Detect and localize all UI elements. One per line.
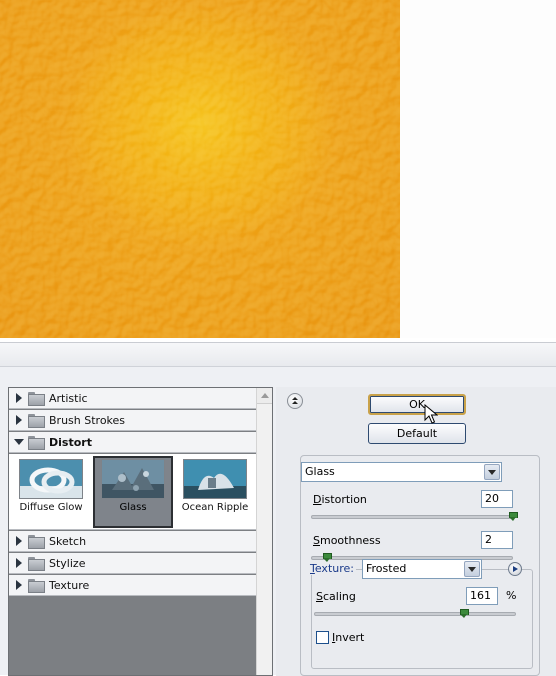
folder-icon <box>28 414 45 428</box>
folder-icon <box>28 535 45 549</box>
glass-texture-overlay <box>0 0 400 338</box>
mouse-cursor-icon <box>424 404 438 424</box>
expand-triangle-icon[interactable] <box>13 535 25 547</box>
filter-thumb-diffuse-glow[interactable]: Diffuse Glow <box>11 456 91 528</box>
smoothness-label: Smoothness <box>313 534 381 547</box>
texture-select[interactable]: Frosted <box>362 559 482 579</box>
scaling-label: Scaling <box>316 590 356 603</box>
thumb-label: Glass <box>119 502 147 513</box>
category-brush-strokes[interactable]: Brush Strokes <box>9 410 257 431</box>
category-label: Texture <box>49 578 90 592</box>
filter-thumb-glass[interactable]: Glass <box>93 456 173 528</box>
filter-gallery-dialog: Artistic Brush Strokes Distort Diffuse G… <box>0 342 556 676</box>
scaling-label-mnemonic: S <box>316 590 323 603</box>
folder-icon <box>28 579 45 593</box>
scroll-up-icon[interactable] <box>257 388 272 404</box>
distortion-slider-thumb[interactable] <box>509 512 518 521</box>
smoothness-label-mnemonic: S <box>313 534 320 547</box>
texture-options-arrow-icon[interactable] <box>508 562 522 576</box>
diffuse-glow-thumbnail <box>19 459 83 499</box>
invert-label[interactable]: Invert <box>332 631 364 644</box>
folder-icon <box>28 436 45 450</box>
category-stylize[interactable]: Stylize <box>9 553 257 574</box>
filter-settings-panel: OK Default Glass Distortion 20 Smoothnes… <box>276 387 556 676</box>
filter-type-select[interactable]: Glass <box>301 462 502 482</box>
filter-settings-group: Glass Distortion 20 Smoothness 2 Texture… <box>300 455 540 676</box>
thumb-label: Ocean Ripple <box>181 502 249 513</box>
category-label: Stylize <box>49 556 86 570</box>
distortion-slider[interactable] <box>311 515 513 519</box>
default-button[interactable]: Default <box>368 423 466 444</box>
category-label: Artistic <box>49 391 88 405</box>
scaling-slider-thumb[interactable] <box>460 609 469 618</box>
scaling-slider[interactable] <box>314 612 516 616</box>
thumb-label: Diffuse Glow <box>19 502 83 513</box>
texture-label-text: exture: <box>314 562 354 575</box>
smoothness-slider-thumb[interactable] <box>323 553 332 562</box>
expand-triangle-icon[interactable] <box>13 579 25 591</box>
ocean-ripple-thumbnail <box>183 459 247 499</box>
expand-triangle-icon[interactable] <box>13 557 25 569</box>
filter-type-value: Glass <box>305 465 335 478</box>
category-sketch[interactable]: Sketch <box>9 531 257 552</box>
expand-triangle-icon[interactable] <box>13 414 25 426</box>
dropdown-arrow-icon[interactable] <box>484 464 500 480</box>
filter-list-scrollbar[interactable] <box>256 388 272 675</box>
folder-icon <box>28 392 45 406</box>
distortion-label-text: istortion <box>321 493 367 506</box>
smoothness-input[interactable]: 2 <box>481 531 513 549</box>
distortion-label: Distortion <box>313 493 367 506</box>
scaling-unit: % <box>506 589 517 602</box>
smoothness-label-text: moothness <box>319 534 381 547</box>
category-label: Distort <box>49 435 92 449</box>
folder-icon <box>28 557 45 571</box>
expand-triangle-icon[interactable] <box>13 392 25 404</box>
invert-label-text: nvert <box>335 631 365 644</box>
filter-preview-image <box>0 0 400 338</box>
glass-thumbnail <box>101 459 165 499</box>
texture-label: Texture: <box>308 562 356 575</box>
texture-settings-group: Texture: Frosted Scaling 161 % Invert <box>308 559 533 669</box>
invert-checkbox[interactable] <box>316 631 329 644</box>
category-distort[interactable]: Distort <box>9 432 257 453</box>
filter-category-list[interactable]: Artistic Brush Strokes Distort Diffuse G… <box>8 387 273 676</box>
category-label: Sketch <box>49 534 87 548</box>
scaling-label-text: caling <box>322 590 356 603</box>
category-label: Brush Strokes <box>49 413 126 427</box>
preview-canvas-blank <box>400 0 556 338</box>
category-texture[interactable]: Texture <box>9 575 257 596</box>
distort-filter-thumbnails: Diffuse Glow Glass Ocean Ripple <box>9 454 257 530</box>
dropdown-arrow-icon[interactable] <box>464 561 480 577</box>
category-artistic[interactable]: Artistic <box>9 388 257 409</box>
scaling-input[interactable]: 161 <box>466 587 498 605</box>
texture-value: Frosted <box>366 562 407 575</box>
filter-thumb-ocean-ripple[interactable]: Ocean Ripple <box>175 456 255 528</box>
dialog-header-bar <box>0 343 556 367</box>
collapse-arrow-icon[interactable] <box>287 393 303 409</box>
ok-button[interactable]: OK <box>368 394 466 415</box>
distortion-input[interactable]: 20 <box>481 490 513 508</box>
collapse-triangle-icon[interactable] <box>13 436 25 448</box>
